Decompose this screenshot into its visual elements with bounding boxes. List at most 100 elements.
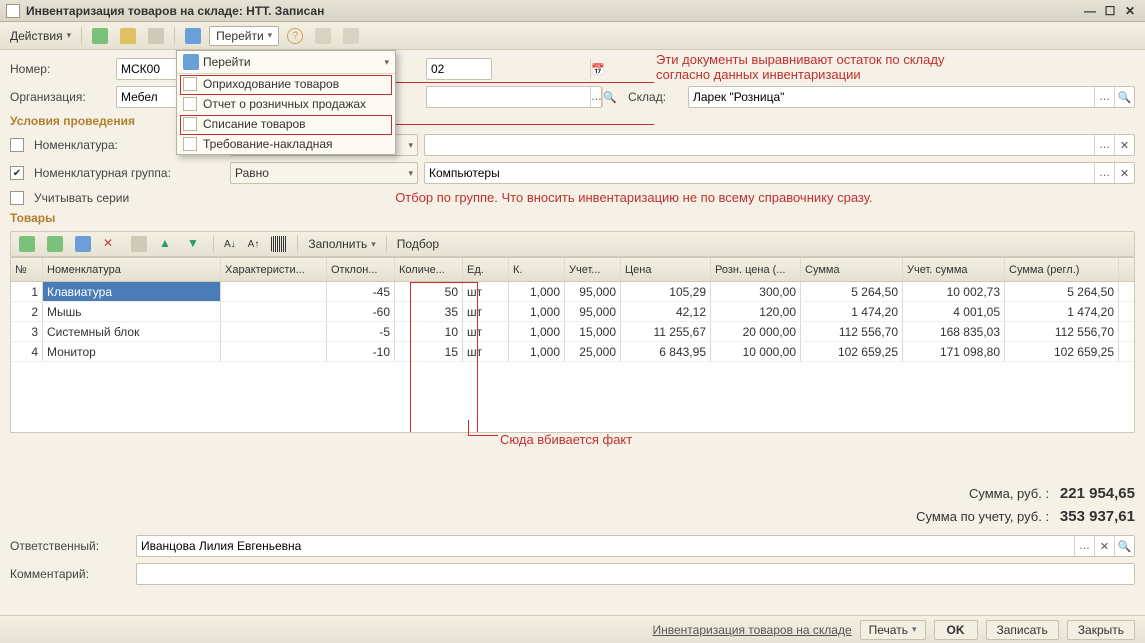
series-checkbox[interactable] (10, 191, 24, 205)
sort-asc-icon[interactable]: A↓ (220, 237, 240, 252)
search-icon[interactable]: 🔍 (1114, 87, 1134, 107)
actions-menu[interactable]: Действия (6, 27, 75, 45)
dropdown-item-trebovanie[interactable]: Требование-накладная (177, 134, 395, 154)
calendar-icon[interactable]: 📅 (590, 59, 605, 79)
clear-icon[interactable]: ✕ (1114, 163, 1134, 183)
date-fragment-input[interactable] (427, 59, 590, 79)
cell-quantity[interactable]: 50 (395, 282, 463, 301)
group-value-wrap: … ✕ (424, 162, 1135, 184)
annotation-arrow (468, 420, 498, 436)
nomenclature-value-input[interactable] (425, 135, 1094, 155)
row-clone-icon[interactable] (127, 234, 151, 254)
cell-quantity[interactable]: 15 (395, 342, 463, 361)
total-sum-label: Сумма, руб. : (969, 486, 1049, 501)
print-button[interactable]: Печать (860, 620, 926, 640)
select-button[interactable]: Подбор (393, 235, 443, 253)
save-button[interactable]: Записать (986, 620, 1059, 640)
sklad-input[interactable] (689, 87, 1094, 107)
table-row[interactable]: 4Монитор-1015шт1,00025,0006 843,9510 000… (11, 342, 1134, 362)
org-full-input[interactable] (427, 87, 590, 107)
cell-deviation: -5 (327, 322, 395, 341)
responsible-input[interactable] (137, 536, 1074, 556)
toolbar-refresh-icon[interactable] (88, 26, 112, 46)
row-add-icon[interactable] (15, 234, 39, 254)
comment-input[interactable] (137, 564, 1134, 584)
col-deviation[interactable]: Отклон... (327, 258, 395, 281)
toolbar-help-icon[interactable]: ? (283, 26, 307, 46)
toolbar-new-icon[interactable] (116, 26, 140, 46)
ellipsis-icon[interactable]: … (590, 87, 602, 107)
col-sum[interactable]: Сумма (801, 258, 903, 281)
cell-nomenclature: Клавиатура (43, 282, 221, 301)
col-retail-price[interactable]: Розн. цена (... (711, 258, 801, 281)
cell-nomenclature: Мышь (43, 302, 221, 321)
col-nomenclature[interactable]: Номенклатура (43, 258, 221, 281)
col-reg-sum[interactable]: Сумма (регл.) (1005, 258, 1119, 281)
group-op-select[interactable]: Равно▾ (230, 162, 418, 184)
row-delete-icon[interactable]: ✕ (99, 234, 123, 254)
sklad-input-wrap: … 🔍 (688, 86, 1135, 108)
clear-icon[interactable]: ✕ (1094, 536, 1114, 556)
col-quantity[interactable]: Количе... (395, 258, 463, 281)
col-account-price[interactable]: Учет... (565, 258, 621, 281)
cell-asum: 10 002,73 (903, 282, 1005, 301)
cell-nomenclature: Системный блок (43, 322, 221, 341)
table-row[interactable]: 2Мышь-6035шт1,00095,00042,12120,001 474,… (11, 302, 1134, 322)
annotation-fact: Сюда вбивается факт (500, 432, 632, 447)
close-button[interactable]: ✕ (1121, 3, 1139, 19)
cell-retail: 10 000,00 (711, 342, 801, 361)
goto-dropdown: Перейти ▾ Оприходование товаров Отчет о … (176, 50, 396, 155)
dropdown-item-label: Списание товаров (203, 117, 306, 131)
maximize-button[interactable]: ☐ (1101, 3, 1119, 19)
col-account-sum[interactable]: Учет. сумма (903, 258, 1005, 281)
goto-dropdown-head[interactable]: Перейти ▾ (177, 51, 395, 74)
ellipsis-icon[interactable]: … (1094, 163, 1114, 183)
col-unit[interactable]: Ед. (463, 258, 509, 281)
ok-button[interactable]: OK (934, 620, 978, 640)
cell-asum: 171 098,80 (903, 342, 1005, 361)
footer-close-button[interactable]: Закрыть (1067, 620, 1135, 640)
col-k[interactable]: К. (509, 258, 565, 281)
goods-grid: № Номенклатура Характеристи... Отклон...… (10, 257, 1135, 433)
fill-button[interactable]: Заполнить (304, 235, 379, 253)
clear-icon[interactable]: ✕ (1114, 135, 1134, 155)
footer-doc-link[interactable]: Инвентаризация товаров на складе (652, 623, 851, 637)
responsible-input-wrap: … ✕ 🔍 (136, 535, 1135, 557)
goto-menu-button[interactable]: Перейти (209, 26, 279, 46)
col-characteristic[interactable]: Характеристи... (221, 258, 327, 281)
row-up-icon[interactable]: ▲ (155, 234, 179, 254)
cell-price: 105,29 (621, 282, 711, 301)
col-price[interactable]: Цена (621, 258, 711, 281)
cell-quantity[interactable]: 35 (395, 302, 463, 321)
group-checkbox[interactable]: ✔ (10, 166, 24, 180)
cell-quantity[interactable]: 10 (395, 322, 463, 341)
cell-rsum: 5 264,50 (1005, 282, 1119, 301)
grid-body[interactable]: 1Клавиатура-4550шт1,00095,000105,29300,0… (11, 282, 1134, 432)
dropdown-item-spisanie[interactable]: Списание товаров (177, 114, 395, 134)
toolbar-list-icon[interactable] (339, 26, 363, 46)
table-row[interactable]: 1Клавиатура-4550шт1,00095,000105,29300,0… (11, 282, 1134, 302)
col-n[interactable]: № (11, 258, 43, 281)
sort-desc-icon[interactable]: A↑ (244, 237, 264, 252)
toolbar-struct-icon[interactable] (311, 26, 335, 46)
nomenclature-checkbox[interactable] (10, 138, 24, 152)
date-fragment-wrap: 📅 (426, 58, 492, 80)
ellipsis-icon[interactable]: … (1074, 536, 1094, 556)
toolbar-nav-icon[interactable] (181, 26, 205, 46)
toolbar-copy-icon[interactable] (144, 26, 168, 46)
search-icon[interactable]: 🔍 (1114, 536, 1134, 556)
minimize-button[interactable]: — (1081, 3, 1099, 19)
search-icon[interactable]: 🔍 (602, 87, 617, 107)
doc-icon (183, 137, 197, 151)
dropdown-item-oprihodovanie[interactable]: Оприходование товаров (177, 74, 395, 94)
comment-input-wrap (136, 563, 1135, 585)
ellipsis-icon[interactable]: … (1094, 135, 1114, 155)
barcode-icon[interactable] (267, 234, 291, 254)
row-edit-icon[interactable] (71, 234, 95, 254)
row-down-icon[interactable]: ▼ (183, 234, 207, 254)
group-value-input[interactable] (425, 163, 1094, 183)
dropdown-item-otchet[interactable]: Отчет о розничных продажах (177, 94, 395, 114)
row-insert-icon[interactable] (43, 234, 67, 254)
table-row[interactable]: 3Системный блок-510шт1,00015,00011 255,6… (11, 322, 1134, 342)
ellipsis-icon[interactable]: … (1094, 87, 1114, 107)
